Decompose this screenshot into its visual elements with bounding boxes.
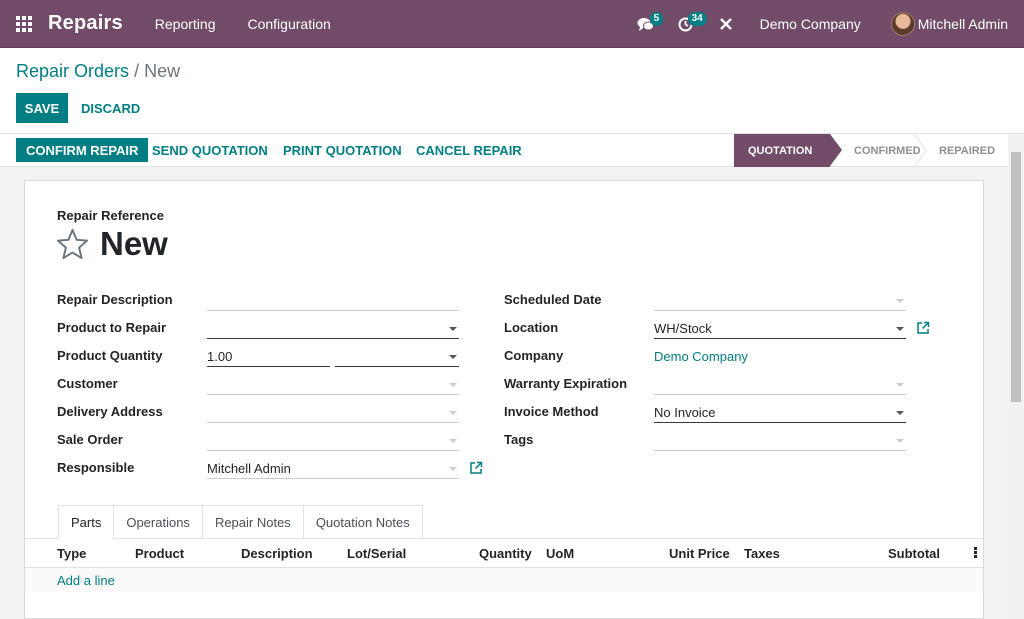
- customer-select[interactable]: [207, 375, 459, 395]
- status-flow: QUOTATION CONFIRMED REPAIRED: [734, 134, 1008, 167]
- repair-description-input[interactable]: [207, 291, 459, 311]
- add-line-link[interactable]: Add a line: [57, 573, 115, 588]
- messages-button[interactable]: 5: [626, 0, 666, 48]
- chevron-down-icon: [449, 327, 457, 331]
- activities-button[interactable]: 34: [666, 0, 707, 48]
- chevron-down-icon: [449, 383, 457, 387]
- column-quantity[interactable]: Quantity: [479, 546, 532, 561]
- send-quotation-button[interactable]: SEND QUOTATION: [152, 138, 268, 162]
- stage-repaired[interactable]: REPAIRED: [925, 134, 1008, 167]
- invoice-method-value: No Invoice: [654, 405, 716, 420]
- cancel-repair-button[interactable]: CANCEL REPAIR: [416, 138, 522, 162]
- tab-operations[interactable]: Operations: [114, 505, 203, 539]
- chevron-down-icon: [449, 411, 457, 415]
- tab-quotation-notes[interactable]: Quotation Notes: [303, 505, 423, 539]
- scheduled-date-label: Scheduled Date: [504, 292, 602, 307]
- notebook-tabs: Parts Operations Repair Notes Quotation …: [58, 505, 423, 539]
- parts-table-header: Type Product Description Lot/Serial Quan…: [25, 539, 983, 568]
- save-button[interactable]: SAVE: [16, 93, 68, 123]
- warranty-expiration-input[interactable]: [654, 375, 906, 395]
- company-label: Company: [504, 348, 564, 363]
- chevron-down-icon: [896, 383, 904, 387]
- repair-description-label: Repair Description: [57, 292, 173, 307]
- location-label: Location: [504, 320, 559, 335]
- company-link[interactable]: Demo Company: [654, 349, 748, 364]
- optional-columns-icon[interactable]: [974, 547, 977, 559]
- column-unit-price[interactable]: Unit Price: [669, 546, 730, 561]
- form-sheet: Repair Reference New Repair Description …: [24, 180, 984, 619]
- chevron-down-icon: [896, 439, 904, 443]
- chevron-down-icon: [449, 355, 457, 359]
- record-title: New: [100, 225, 168, 262]
- warranty-expiration-label: Warranty Expiration: [504, 376, 628, 391]
- column-description[interactable]: Description: [241, 546, 313, 561]
- discard-button[interactable]: DISCARD: [81, 93, 140, 123]
- chevron-down-icon: [449, 439, 457, 443]
- messages-count-badge: 5: [649, 12, 664, 26]
- breadcrumb-current: New: [144, 61, 181, 81]
- tags-input[interactable]: [654, 431, 906, 451]
- responsible-value: Mitchell Admin: [207, 461, 291, 476]
- scrollbar-thumb[interactable]: [1011, 152, 1021, 402]
- user-name: Mitchell Admin: [917, 16, 1008, 32]
- product-quantity-label: Product Quantity: [57, 348, 163, 363]
- column-subtotal[interactable]: Subtotal: [888, 546, 940, 561]
- apps-menu-icon[interactable]: [0, 0, 48, 48]
- control-panel: Repair Orders / New SAVE DISCARD: [0, 48, 1024, 134]
- product-uom-select[interactable]: [335, 347, 459, 367]
- tags-label: Tags: [504, 432, 534, 447]
- sale-order-label: Sale Order: [57, 432, 123, 447]
- column-type[interactable]: Type: [57, 546, 86, 561]
- menu-reporting[interactable]: Reporting: [155, 16, 216, 32]
- delivery-address-select[interactable]: [207, 403, 459, 423]
- user-menu[interactable]: Mitchell Admin: [890, 12, 1008, 36]
- print-quotation-button[interactable]: PRINT QUOTATION: [283, 138, 402, 162]
- scheduled-date-input[interactable]: [654, 291, 906, 311]
- tools-icon: [719, 18, 732, 30]
- breadcrumb-repair-orders[interactable]: Repair Orders: [16, 61, 129, 81]
- breadcrumb: Repair Orders / New: [16, 61, 180, 82]
- page-scrollbar[interactable]: [1008, 134, 1024, 619]
- stage-confirmed-label: CONFIRMED: [854, 144, 921, 157]
- company-switcher[interactable]: Demo Company: [760, 16, 861, 32]
- menu-configuration[interactable]: Configuration: [247, 16, 330, 32]
- location-value: WH/Stock: [654, 321, 712, 336]
- stage-confirmed[interactable]: CONFIRMED: [830, 134, 927, 167]
- responsible-select[interactable]: Mitchell Admin: [207, 459, 459, 479]
- top-navbar: Repairs Reporting Configuration 5 34 Dem…: [0, 0, 1024, 48]
- chevron-down-icon: [896, 327, 904, 331]
- external-link-icon[interactable]: [916, 321, 930, 335]
- confirm-repair-button[interactable]: CONFIRM REPAIR: [16, 138, 149, 162]
- location-select[interactable]: WH/Stock: [654, 319, 906, 339]
- stage-quotation[interactable]: QUOTATION: [734, 134, 842, 167]
- product-to-repair-label: Product to Repair: [57, 320, 167, 335]
- column-lot-serial[interactable]: Lot/Serial: [347, 546, 406, 561]
- sale-order-select[interactable]: [207, 431, 459, 451]
- repair-reference-label: Repair Reference: [57, 208, 164, 223]
- column-taxes[interactable]: Taxes: [744, 546, 780, 561]
- parts-table-body: [25, 568, 983, 592]
- tab-repair-notes[interactable]: Repair Notes: [202, 505, 304, 539]
- chevron-down-icon: [896, 411, 904, 415]
- activities-count-badge: 34: [687, 12, 707, 26]
- responsible-label: Responsible: [57, 460, 135, 475]
- invoice-method-label: Invoice Method: [504, 404, 599, 419]
- avatar: [890, 12, 915, 36]
- product-to-repair-select[interactable]: [207, 319, 459, 339]
- customer-label: Customer: [57, 376, 118, 391]
- star-icon[interactable]: [56, 228, 89, 261]
- column-uom[interactable]: UoM: [546, 546, 574, 561]
- tab-parts[interactable]: Parts: [58, 505, 115, 539]
- delivery-address-label: Delivery Address: [57, 404, 163, 419]
- column-product[interactable]: Product: [135, 546, 184, 561]
- product-quantity-input[interactable]: 1.00: [207, 347, 330, 367]
- chevron-down-icon: [449, 467, 457, 471]
- chevron-down-icon: [896, 299, 904, 303]
- statusbar: CONFIRM REPAIR SEND QUOTATION PRINT QUOT…: [0, 134, 1024, 167]
- debug-tools-button[interactable]: [706, 0, 746, 48]
- external-link-icon[interactable]: [469, 461, 483, 475]
- invoice-method-select[interactable]: No Invoice: [654, 403, 906, 423]
- breadcrumb-separator: /: [134, 61, 140, 81]
- app-name[interactable]: Repairs: [48, 12, 123, 35]
